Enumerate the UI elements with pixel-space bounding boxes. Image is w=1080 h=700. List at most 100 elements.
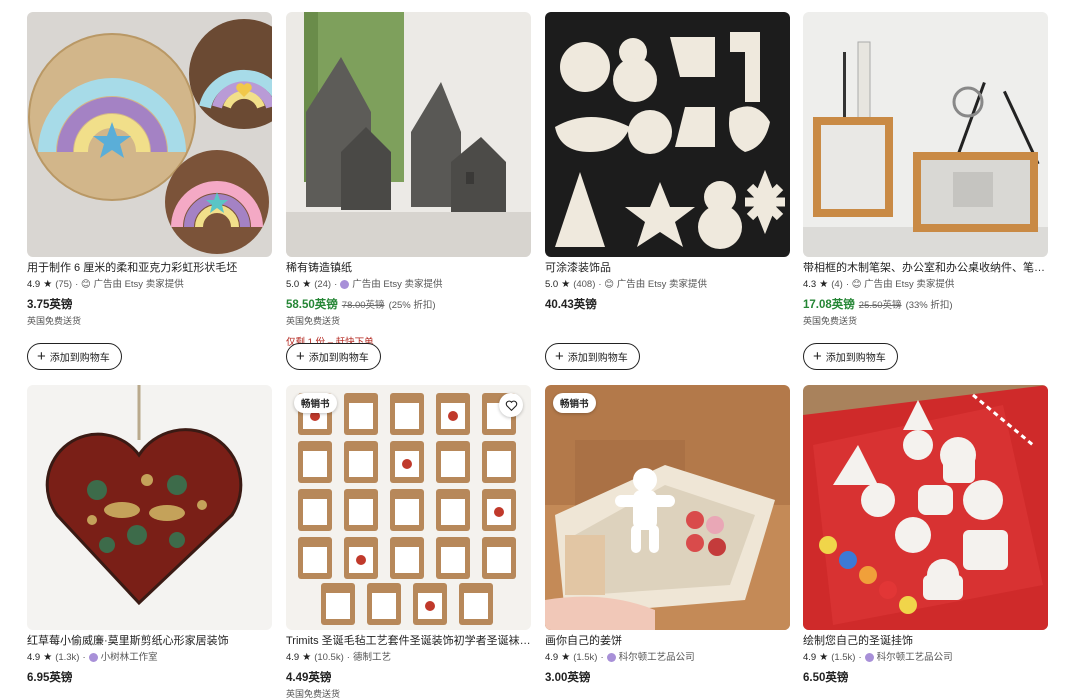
seller-name[interactable]: 小树林工作室 bbox=[101, 651, 158, 664]
add-to-cart-button[interactable]: + 添加到购物车 bbox=[803, 343, 898, 370]
product-image-paintable-ornaments[interactable] bbox=[545, 12, 790, 257]
product-title[interactable]: Trimits 圣诞毛毡工艺套件圣诞装饰初学者圣诞袜填... bbox=[286, 634, 531, 648]
review-count: (10.5k) bbox=[314, 652, 344, 663]
plus-icon: + bbox=[296, 348, 305, 365]
star-icon: ★ bbox=[561, 279, 571, 290]
product-card[interactable]: 稀有铸造镇纸 5.0 ★ (24) · 广告由 Etsy 卖家提供 58.50英… bbox=[286, 12, 531, 370]
bestseller-badge: 畅销书 bbox=[553, 393, 596, 413]
heart-icon bbox=[505, 400, 517, 411]
price: 6.95英镑 bbox=[27, 672, 73, 684]
product-image-felt-kits[interactable]: 畅销书 bbox=[286, 385, 531, 630]
price-row: 6.95英镑 bbox=[27, 669, 272, 685]
original-price: 78.00英镑 bbox=[341, 300, 385, 311]
product-image-gingerbread-kit[interactable]: 畅销书 bbox=[545, 385, 790, 630]
product-card[interactable]: 畅销书 画你自己的姜饼 4.9 ★ (1.5k) · 科尔顿工艺品公司 3.00… bbox=[545, 385, 790, 685]
price-row: 17.08英镑 25.50英镑 (33% 折扣) bbox=[803, 296, 1048, 312]
product-image-rainbow-blanks[interactable] bbox=[27, 12, 272, 257]
review-count: (75) bbox=[55, 279, 73, 290]
product-title[interactable]: 可涂漆装饰品 bbox=[545, 261, 790, 275]
product-rating: 4.9 ★ (75) · 😊 广告由 Etsy 卖家提供 bbox=[27, 278, 272, 291]
seller-badge-icon bbox=[864, 653, 874, 662]
seller-badge-icon bbox=[340, 280, 350, 289]
shipping-info: 英国免费送货 bbox=[803, 316, 858, 326]
rating-value: 4.9 bbox=[27, 279, 41, 290]
price-row: 6.50英镑 bbox=[803, 669, 1048, 685]
seller-info: · 😊 广告由 Etsy 卖家提供 bbox=[75, 279, 184, 290]
discount-label: (33% 折扣) bbox=[905, 300, 953, 311]
seller-info: · 😊 广告由 Etsy 卖家提供 bbox=[845, 279, 955, 290]
product-title[interactable]: 用于制作 6 厘米的柔和亚克力彩虹形状毛坯 bbox=[27, 261, 272, 275]
rating-value: 4.3 bbox=[803, 279, 817, 290]
bestseller-badge: 畅销书 bbox=[294, 393, 337, 413]
seller-info: 广告由 Etsy 卖家提供 bbox=[352, 279, 443, 290]
seller-badge-icon bbox=[88, 653, 98, 662]
product-rating: 4.9 ★ (1.3k) · 小树林工作室 bbox=[27, 651, 158, 664]
product-rating: 4.3 ★ (4) · 😊 广告由 Etsy 卖家提供 bbox=[803, 278, 1048, 291]
rating-value: 4.9 bbox=[286, 652, 300, 663]
price: 3.00英镑 bbox=[545, 672, 591, 684]
product-card[interactable]: 畅销书 Trimits 圣诞毛毡工艺套件圣诞装饰初学者圣诞袜填... 4.9 ★… bbox=[286, 385, 531, 700]
product-card[interactable]: 可涂漆装饰品 5.0 ★ (408) · 😊 广告由 Etsy 卖家提供 40.… bbox=[545, 12, 790, 370]
seller-name[interactable]: 科尔顿工艺品公司 bbox=[619, 651, 695, 664]
star-icon: ★ bbox=[819, 652, 829, 663]
price: 6.50英镑 bbox=[803, 672, 849, 684]
product-card[interactable]: 绘制您自己的圣诞挂饰 4.9 ★ (1.5k) · 科尔顿工艺品公司 6.50英… bbox=[803, 385, 1048, 685]
price: 3.75英镑 bbox=[27, 299, 73, 311]
shipping-info: 英国免费送货 bbox=[27, 316, 82, 326]
rating-value: 4.9 bbox=[545, 652, 559, 663]
price-row: 40.43英镑 bbox=[545, 296, 790, 312]
original-price: 25.50英镑 bbox=[858, 300, 902, 311]
star-icon: ★ bbox=[302, 652, 312, 663]
discount-label: (25% 折扣) bbox=[388, 300, 436, 311]
product-rating: 4.9 ★ (1.5k) · 科尔顿工艺品公司 bbox=[545, 651, 695, 664]
add-to-cart-button[interactable]: + 添加到购物车 bbox=[545, 343, 640, 370]
review-count: (1.5k) bbox=[831, 652, 856, 663]
shipping-info: 英国免费送货 bbox=[286, 316, 341, 326]
seller-info: · 😊 广告由 Etsy 卖家提供 bbox=[598, 279, 707, 290]
product-title[interactable]: 带相框的木制笔架、办公室和办公桌收纳件、笔架... bbox=[803, 261, 1048, 275]
sale-price: 58.50英镑 bbox=[286, 299, 338, 311]
add-to-cart-label: 添加到购物车 bbox=[825, 353, 886, 364]
product-image-heart-decoration[interactable] bbox=[27, 385, 272, 630]
product-card[interactable]: 带相框的木制笔架、办公室和办公桌收纳件、笔架... 4.3 ★ (4) · 😊 … bbox=[803, 12, 1048, 370]
add-to-cart-label: 添加到购物车 bbox=[567, 353, 628, 364]
add-to-cart-button[interactable]: + 添加到购物车 bbox=[286, 343, 381, 370]
product-title[interactable]: 稀有铸造镇纸 bbox=[286, 261, 531, 275]
review-count: (24) bbox=[314, 279, 332, 290]
seller-name[interactable]: 德制工艺 bbox=[353, 651, 391, 664]
seller-badge-icon bbox=[606, 653, 616, 662]
price: 4.49英镑 bbox=[286, 672, 332, 684]
product-rating: 5.0 ★ (24) · 广告由 Etsy 卖家提供 bbox=[286, 279, 443, 290]
star-icon: ★ bbox=[819, 279, 829, 290]
product-rating: 4.9 ★ (10.5k) · 德制工艺 bbox=[286, 651, 391, 664]
star-icon: ★ bbox=[43, 652, 53, 663]
shipping-info: 英国免费送货 bbox=[286, 689, 341, 699]
sale-price: 17.08英镑 bbox=[803, 299, 855, 311]
favorite-button[interactable] bbox=[499, 393, 523, 417]
product-card[interactable]: 用于制作 6 厘米的柔和亚克力彩虹形状毛坯 4.9 ★ (75) · 😊 广告由… bbox=[27, 12, 272, 370]
rating-value: 4.9 bbox=[803, 652, 817, 663]
product-card[interactable]: 红草莓小偷威廉·莫里斯剪纸心形家居装饰 4.9 ★ (1.3k) · 小树林工作… bbox=[27, 385, 272, 685]
product-title[interactable]: 画你自己的姜饼 bbox=[545, 634, 790, 648]
rating-value: 5.0 bbox=[286, 279, 300, 290]
product-title[interactable]: 绘制您自己的圣诞挂饰 bbox=[803, 634, 1048, 648]
review-count: (4) bbox=[831, 279, 843, 290]
plus-icon: + bbox=[555, 348, 564, 365]
price-row: 3.75英镑 bbox=[27, 296, 272, 312]
price-row: 4.49英镑 bbox=[286, 669, 531, 685]
review-count: (1.5k) bbox=[573, 652, 598, 663]
add-to-cart-button[interactable]: + 添加到购物车 bbox=[27, 343, 122, 370]
seller-name[interactable]: 科尔顿工艺品公司 bbox=[877, 651, 953, 664]
rating-value: 4.9 bbox=[27, 652, 41, 663]
review-count: (1.3k) bbox=[55, 652, 80, 663]
product-image-christmas-decorations-kit[interactable] bbox=[803, 385, 1048, 630]
price-row: 3.00英镑 bbox=[545, 669, 790, 685]
product-image-pen-holder[interactable] bbox=[803, 12, 1048, 257]
product-image-paperweight[interactable] bbox=[286, 12, 531, 257]
star-icon: ★ bbox=[302, 279, 312, 290]
product-title[interactable]: 红草莓小偷威廉·莫里斯剪纸心形家居装饰 bbox=[27, 634, 272, 648]
product-rating: 4.9 ★ (1.5k) · 科尔顿工艺品公司 bbox=[803, 651, 953, 664]
review-count: (408) bbox=[573, 279, 596, 290]
rating-value: 5.0 bbox=[545, 279, 559, 290]
star-icon: ★ bbox=[43, 279, 53, 290]
